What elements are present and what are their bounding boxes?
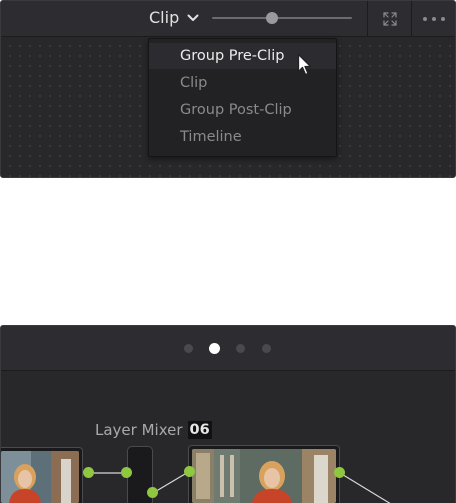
node-editor-bottom-panel: Layer Mixer 06	[0, 325, 456, 503]
node-editor-top-panel: Clip Group Pre-Clip Clip Group Post-Clip…	[0, 0, 456, 178]
expand-button[interactable]	[368, 1, 411, 37]
mouse-pointer-icon	[297, 53, 312, 76]
page-dot-2[interactable]	[209, 343, 220, 354]
layer-mixer-output-connector[interactable]	[147, 487, 158, 498]
menu-item-timeline[interactable]: Timeline	[149, 124, 336, 150]
input-connector[interactable]	[184, 466, 195, 477]
more-options-icon	[423, 17, 445, 21]
zoom-slider[interactable]	[212, 12, 352, 24]
node-editor-header: Clip	[1, 1, 455, 37]
node-right[interactable]	[188, 445, 340, 503]
page-dot-3[interactable]	[236, 344, 245, 353]
node-left[interactable]	[1, 447, 83, 503]
expand-icon	[382, 12, 397, 26]
zoom-slider-track	[212, 17, 352, 19]
page-dot-4[interactable]	[262, 344, 271, 353]
layer-mixer-input-connector[interactable]	[121, 467, 132, 478]
node-thumbnail	[1, 451, 79, 503]
page-indicator-bar	[1, 326, 455, 371]
mode-selector[interactable]: Clip	[149, 7, 199, 29]
more-options-button[interactable]	[412, 1, 455, 37]
layer-mixer-number: 06	[187, 421, 212, 439]
layer-mixer-title: Layer Mixer 06	[95, 421, 212, 439]
mode-selector-label: Clip	[149, 8, 180, 27]
layer-mixer-label: Layer Mixer	[95, 421, 183, 439]
page-dot-1[interactable]	[184, 344, 193, 353]
output-connector[interactable]	[83, 467, 94, 478]
zoom-slider-thumb[interactable]	[266, 12, 279, 24]
output-connector[interactable]	[334, 467, 345, 478]
node-thumbnail	[192, 449, 336, 503]
menu-item-group-post-clip[interactable]: Group Post-Clip	[149, 97, 336, 123]
chevron-down-icon	[187, 14, 199, 21]
